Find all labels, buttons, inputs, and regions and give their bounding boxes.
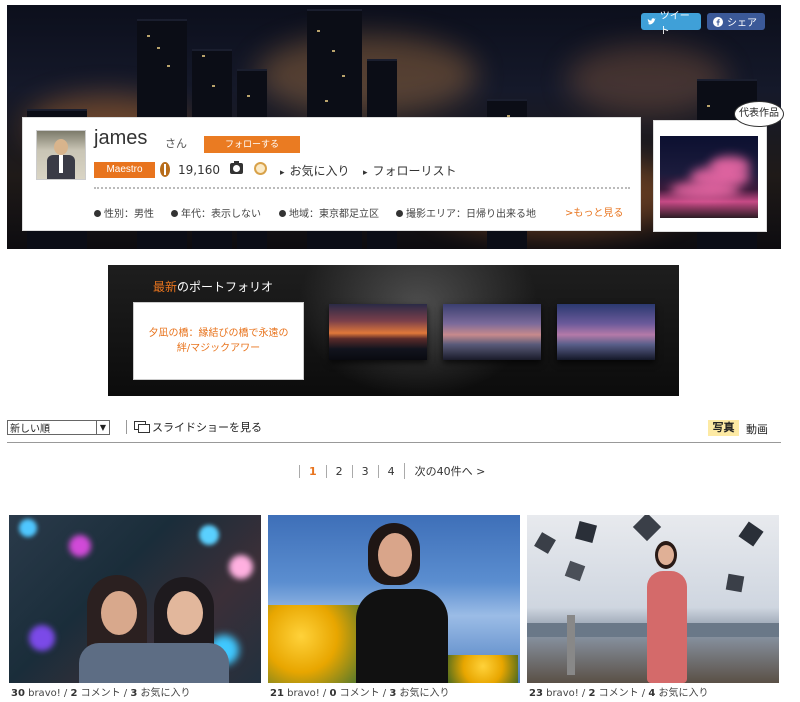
medal-icon (254, 162, 267, 175)
representative-photo[interactable] (660, 136, 758, 218)
page-3[interactable]: 3 (351, 464, 378, 478)
representative-work[interactable] (653, 120, 767, 232)
photo-thumbnail[interactable] (527, 515, 779, 683)
sort-select[interactable]: 新しい順 ▼ (7, 420, 110, 435)
portfolio-thumb-3[interactable] (557, 304, 655, 360)
representative-label: 代表作品 (734, 101, 784, 127)
facebook-share-button[interactable]: シェア (707, 13, 765, 30)
photo-stats: 21 bravo! / 0 コメント / 3 お気に入り (270, 688, 450, 699)
profile-card: james さん フォローする Maestro 19,160 お気に入り フォロ… (22, 117, 641, 231)
avatar[interactable] (36, 130, 86, 180)
toolbar-divider (126, 420, 127, 434)
camera-icon (230, 161, 243, 174)
photo-stats: 23 bravo! / 2 コメント / 4 お気に入り (529, 688, 709, 699)
info-region: 地域：東京都足立区 (279, 205, 379, 220)
photo-thumbnail[interactable] (268, 515, 520, 683)
page-1[interactable]: 1 (299, 464, 326, 478)
tab-video[interactable]: 動画 (746, 421, 768, 437)
rank-badge: Maestro (94, 162, 155, 178)
next-page-link[interactable]: 次の40件へ > (403, 463, 496, 479)
bean-icon (160, 162, 170, 177)
page-4[interactable]: 4 (377, 464, 404, 478)
favorites-link[interactable]: お気に入り (280, 162, 350, 179)
latest-portfolio: 最新のポートフォリオ 夕凪の橋：縁結びの橋で永遠の絆/マジックアワー (108, 265, 679, 396)
portfolio-thumb-2[interactable] (443, 304, 541, 360)
portfolio-caption[interactable]: 夕凪の橋：縁結びの橋で永遠の絆/マジックアワー (133, 302, 304, 380)
photo-stats: 30 bravo! / 2 コメント / 3 お気に入り (11, 688, 191, 699)
portfolio-thumb-1[interactable] (329, 304, 427, 360)
tweet-label: ツイート (659, 10, 690, 37)
photo-thumbnail[interactable] (9, 515, 261, 683)
honorific: さん (165, 137, 187, 150)
sort-value: 新しい順 (10, 424, 50, 435)
tweet-button[interactable]: ツイート (641, 11, 701, 37)
portfolio-title: 最新のポートフォリオ (153, 280, 274, 294)
facebook-icon (713, 16, 723, 27)
point-count: 19,160 (178, 163, 220, 177)
pagination: 1 2 3 4 次の40件へ > (299, 463, 495, 479)
more-link[interactable]: >もっと見る (565, 204, 623, 219)
page-2[interactable]: 2 (325, 464, 352, 478)
follow-list-link[interactable]: フォローリスト (363, 162, 457, 179)
info-gender: 性別：男性 (94, 205, 154, 220)
slideshow-icon[interactable] (134, 421, 150, 433)
chevron-down-icon: ▼ (96, 421, 109, 434)
username[interactable]: james (94, 127, 147, 150)
tab-photo[interactable]: 写真 (708, 420, 739, 436)
share-label: シェア (727, 18, 757, 29)
divider (94, 187, 630, 189)
info-age: 年代：表示しない (171, 205, 261, 220)
toolbar-divider-line (7, 442, 781, 443)
slideshow-link[interactable]: スライドショーを見る (152, 419, 262, 435)
follow-button[interactable]: フォローする (204, 136, 300, 153)
twitter-icon (647, 17, 656, 24)
info-area: 撮影エリア：日帰り出来る地 (396, 205, 536, 220)
